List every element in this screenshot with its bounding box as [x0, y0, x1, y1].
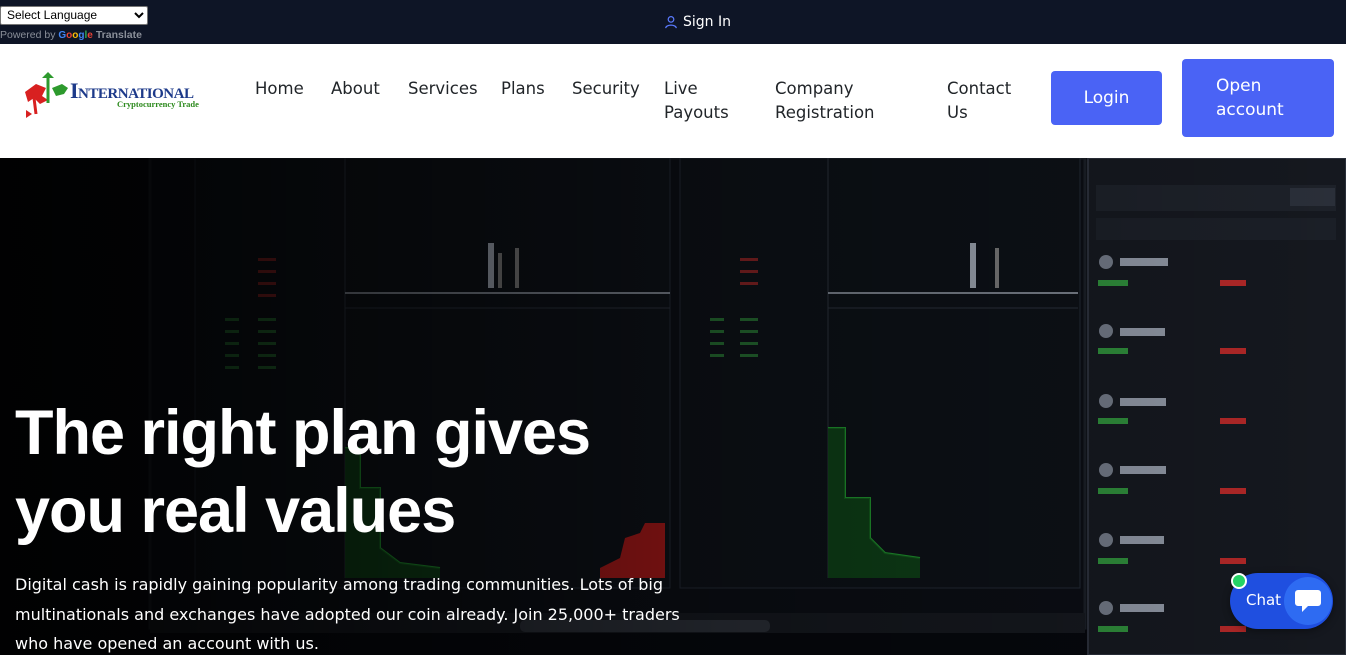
nav-plans[interactable]: Plans: [501, 77, 545, 101]
hero-section: The right plan gives you real values Dig…: [0, 158, 1346, 655]
bull-bear-icon: [25, 72, 68, 118]
language-select[interactable]: Select Language: [0, 5, 148, 25]
site-logo[interactable]: International Cryptocurrency Trade: [22, 70, 227, 120]
logo-subtitle: Cryptocurrency Trade: [117, 99, 199, 109]
open-account-button[interactable]: Open account: [1182, 59, 1334, 137]
nav-about[interactable]: About: [331, 77, 380, 101]
online-status-dot: [1231, 573, 1247, 589]
hero-title: The right plan gives you real values: [15, 398, 591, 546]
user-icon: [665, 15, 677, 29]
google-translate-credit: Powered by Google Translate: [0, 29, 142, 41]
nav-live-payouts[interactable]: Live Payouts: [664, 77, 739, 125]
language-selector[interactable]: Select Language: [0, 4, 148, 25]
chat-label: Chat: [1246, 591, 1282, 609]
hero-description: Digital cash is rapidly gaining populari…: [15, 575, 680, 653]
nav-security[interactable]: Security: [572, 77, 640, 101]
nav-company-registration[interactable]: Company Registration: [775, 77, 900, 125]
open-account-label: Open account: [1216, 76, 1284, 120]
nav-services[interactable]: Services: [408, 77, 478, 101]
top-bar: Select Language Powered by Google Transla…: [0, 0, 1346, 44]
nav-contact-us[interactable]: Contact Us: [947, 77, 1022, 125]
chat-bubble-icon: [1284, 577, 1332, 625]
powered-by-text: Powered by: [0, 29, 56, 41]
translate-link[interactable]: Translate: [96, 29, 142, 41]
google-logo: Google: [58, 30, 93, 41]
sign-in-link[interactable]: Sign In: [664, 14, 731, 30]
nav-home[interactable]: Home: [255, 77, 304, 101]
login-button[interactable]: Login: [1051, 71, 1162, 125]
chat-widget-button[interactable]: Chat: [1230, 573, 1333, 629]
sign-in-label: Sign In: [683, 14, 731, 30]
